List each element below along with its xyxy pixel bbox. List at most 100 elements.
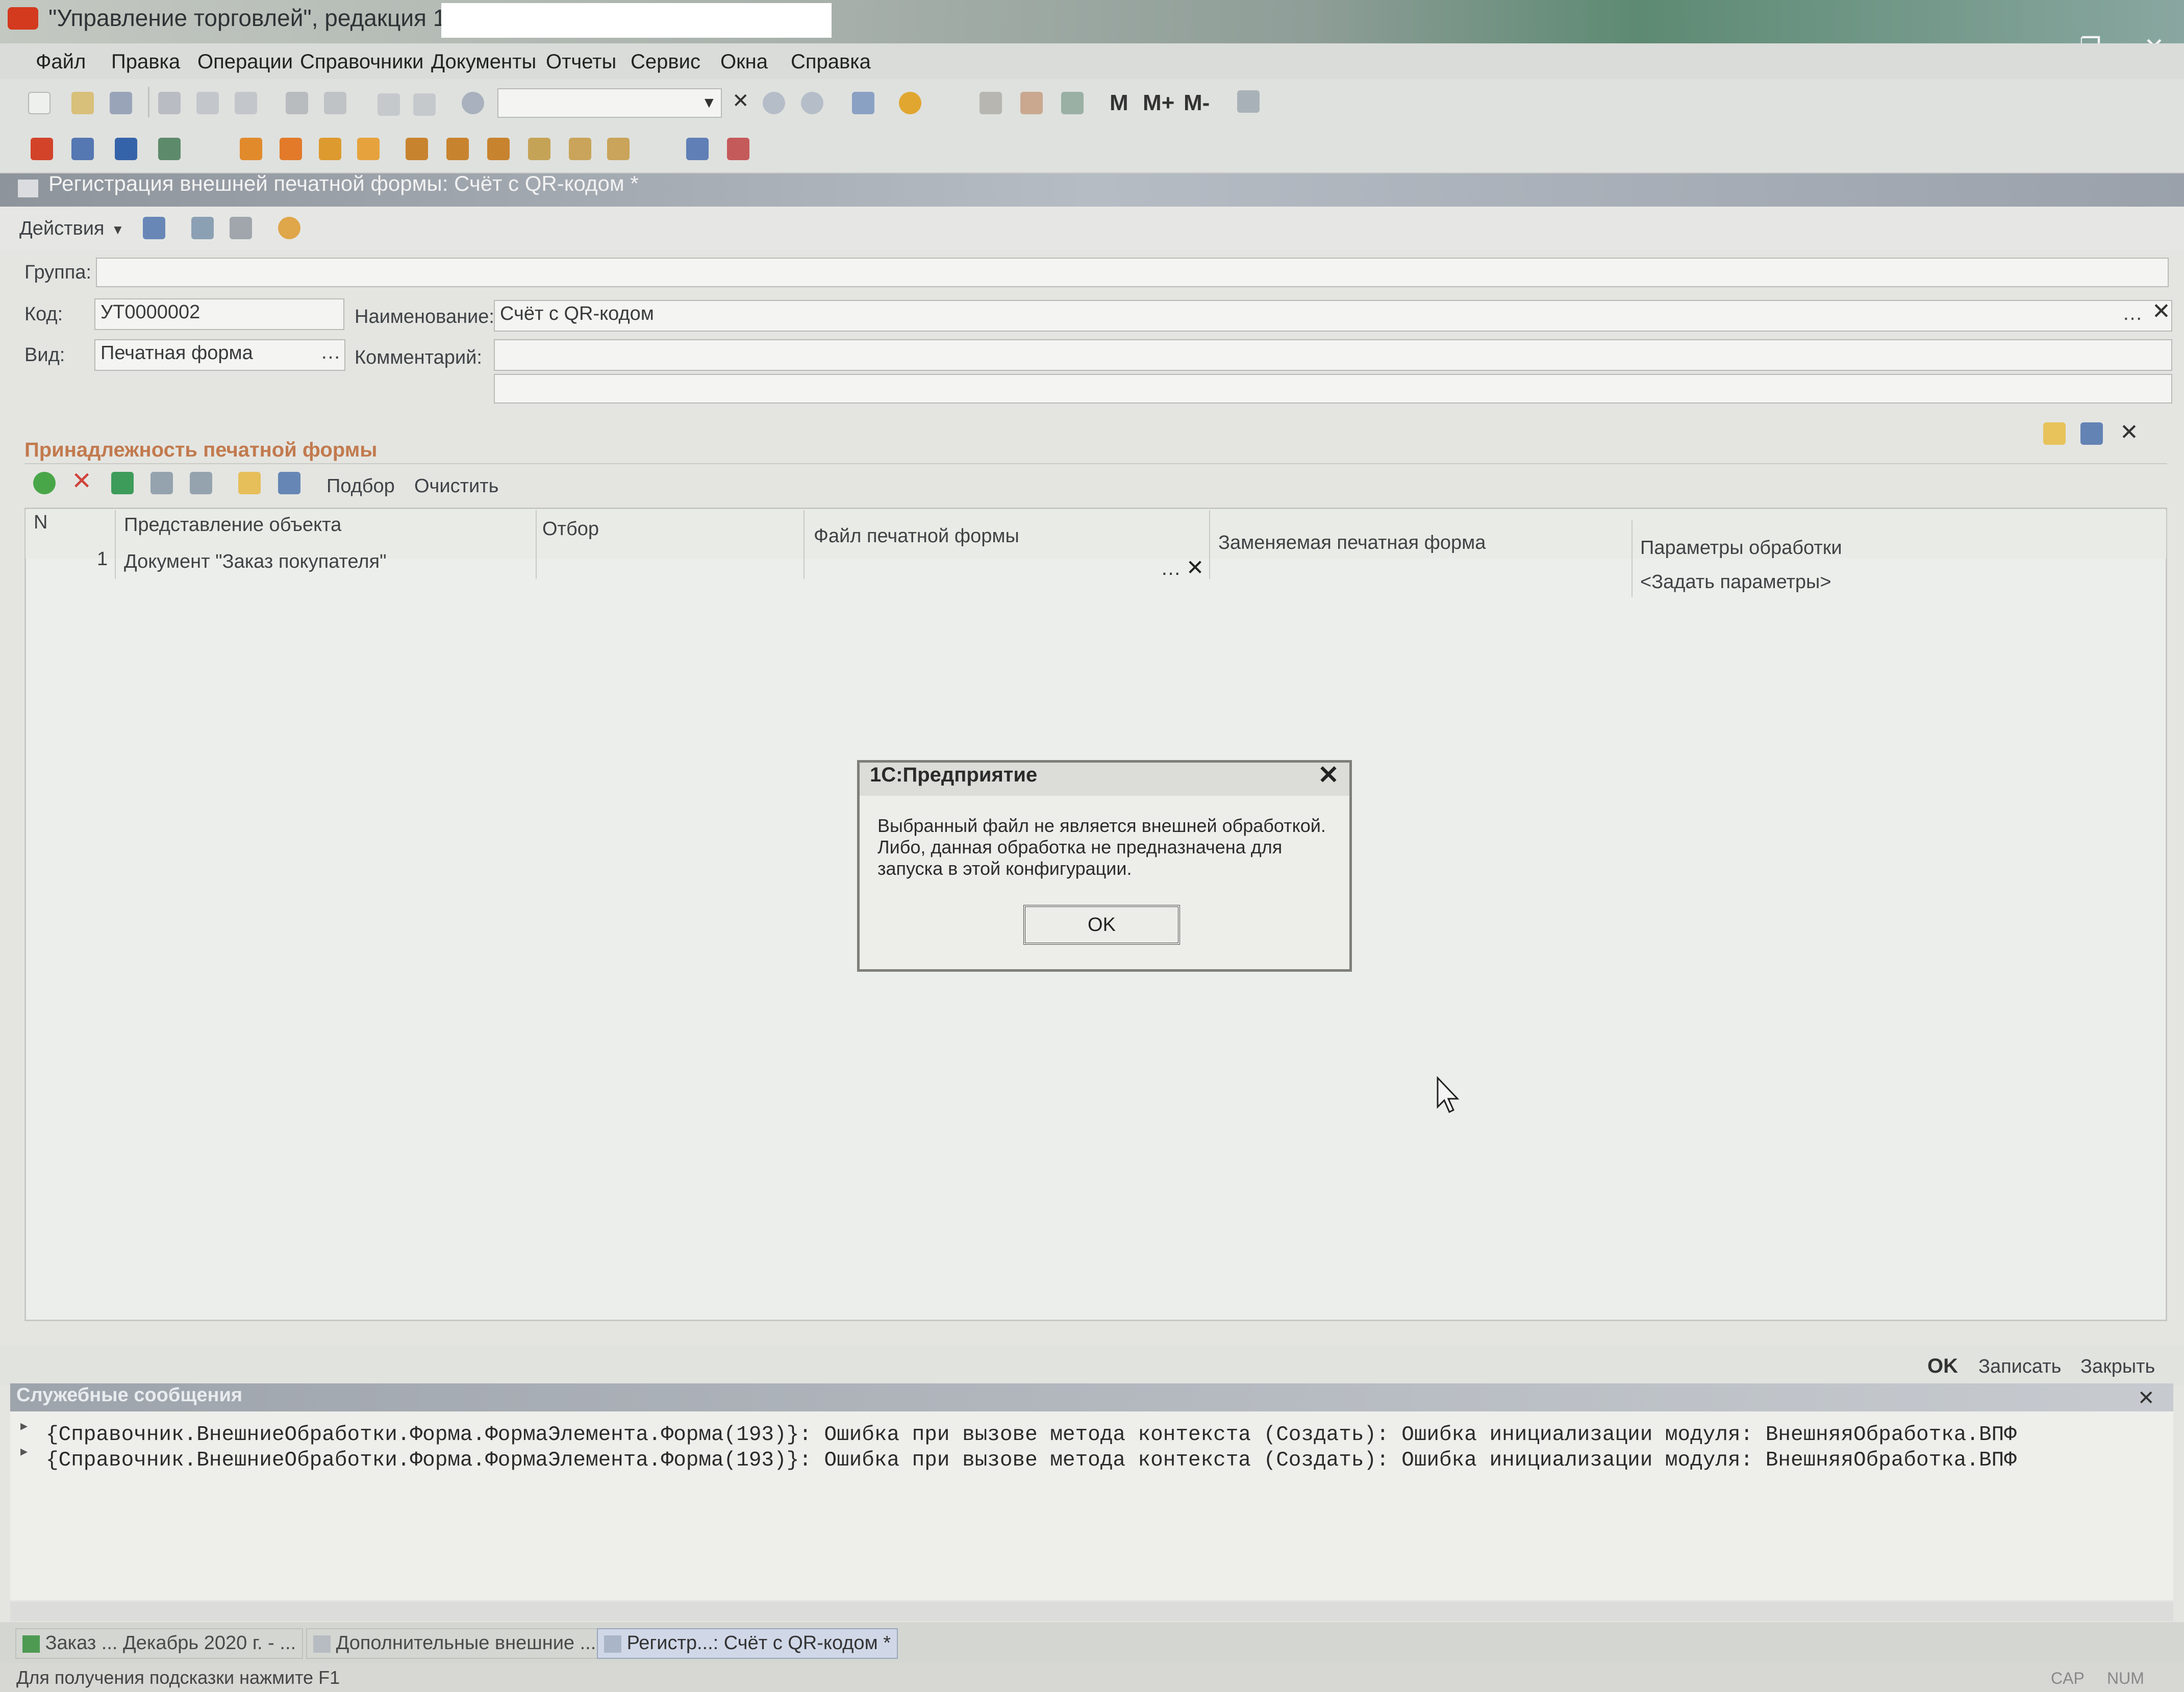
- actions-menu[interactable]: Действия: [19, 218, 105, 240]
- print-preview-icon[interactable]: [324, 92, 346, 114]
- journal-icon[interactable]: [31, 138, 53, 160]
- search-input[interactable]: [497, 88, 722, 118]
- clear-button[interactable]: Очистить: [414, 475, 498, 497]
- file-clear-button[interactable]: ✕: [1186, 555, 1204, 580]
- new-document-icon[interactable]: [28, 92, 51, 114]
- table-icon[interactable]: [158, 138, 181, 160]
- exchange-icon[interactable]: [686, 138, 709, 160]
- column-file[interactable]: Файл печатной формы: [814, 525, 1019, 547]
- menu-documents[interactable]: Документы: [431, 50, 536, 73]
- window-tab-order[interactable]: Заказ ... Декабрь 2020 г. - ...: [15, 1628, 304, 1659]
- save-close-icon[interactable]: [143, 217, 165, 239]
- menu-edit[interactable]: Правка: [111, 50, 180, 73]
- report1-icon[interactable]: [406, 138, 428, 160]
- print-icon[interactable]: [286, 92, 308, 114]
- name-field[interactable]: Счёт с QR-кодом: [494, 300, 2172, 332]
- memory-m-button[interactable]: M: [1110, 90, 1128, 116]
- expand-icon[interactable]: ▸: [20, 1443, 28, 1459]
- dialog-ok-button[interactable]: OK: [1023, 905, 1180, 945]
- report5-icon[interactable]: [569, 138, 591, 160]
- save-row-icon[interactable]: [278, 472, 300, 494]
- ok-button[interactable]: OK: [1927, 1355, 1958, 1378]
- group-field[interactable]: [96, 258, 2169, 287]
- copy-record-icon[interactable]: [230, 217, 252, 239]
- help-icon[interactable]: [278, 217, 300, 239]
- delete-file-icon[interactable]: ✕: [2120, 419, 2139, 445]
- dialog-close-icon[interactable]: ✕: [1318, 760, 1339, 790]
- expand-icon[interactable]: ▸: [20, 1417, 28, 1434]
- kind-field[interactable]: Печатная форма: [94, 339, 345, 371]
- users-icon[interactable]: [1061, 92, 1084, 114]
- menu-help[interactable]: Справка: [791, 50, 871, 73]
- settings-tools-icon[interactable]: [1237, 90, 1260, 113]
- table-row[interactable]: 1 Документ "Заказ покупателя" … ✕ <Задат…: [26, 546, 2166, 597]
- sort-icon[interactable]: [115, 138, 137, 160]
- menu-service[interactable]: Сервис: [631, 50, 700, 73]
- search-icon[interactable]: [462, 92, 484, 114]
- document-icon: [22, 1635, 40, 1653]
- undo-icon[interactable]: [378, 93, 400, 116]
- messages-close-icon[interactable]: ✕: [2138, 1386, 2155, 1410]
- sort-asc-icon[interactable]: [150, 472, 173, 494]
- folder-icon[interactable]: [238, 472, 261, 494]
- column-object[interactable]: Представление объекта: [124, 514, 341, 536]
- menu-reports[interactable]: Отчеты: [546, 50, 616, 73]
- file-select-button[interactable]: …: [1161, 557, 1181, 580]
- kind-select-button[interactable]: …: [320, 341, 341, 364]
- redo-icon[interactable]: [413, 93, 436, 116]
- save-file-icon[interactable]: [2080, 422, 2103, 445]
- column-n[interactable]: N: [34, 512, 47, 534]
- refresh-icon[interactable]: [191, 217, 214, 239]
- info-icon[interactable]: [899, 92, 921, 114]
- memory-plus-button[interactable]: M+: [1143, 90, 1174, 116]
- save-button[interactable]: Записать: [1978, 1356, 2061, 1378]
- edit-row-icon[interactable]: [111, 472, 134, 494]
- save-icon[interactable]: [110, 92, 132, 114]
- copy-icon[interactable]: [196, 92, 219, 114]
- export-icon[interactable]: [727, 138, 749, 160]
- comment-extra-line[interactable]: [494, 374, 2172, 403]
- memory-minus-button[interactable]: M-: [1184, 90, 1210, 116]
- calendar-icon[interactable]: [1020, 92, 1043, 114]
- calculator-icon[interactable]: [980, 92, 1002, 114]
- menu-windows[interactable]: Окна: [720, 50, 768, 73]
- section-title: Принадлежность печатной формы: [24, 439, 378, 461]
- menu-catalogs[interactable]: Справочники: [300, 50, 423, 73]
- purchase-icon[interactable]: [280, 138, 302, 160]
- code-field[interactable]: УТ0000002: [94, 298, 344, 330]
- toolbar-separator: [148, 87, 149, 117]
- clear-search-icon[interactable]: ✕: [732, 89, 749, 113]
- delete-row-icon[interactable]: ✕: [71, 467, 92, 495]
- name-select-button[interactable]: …: [2122, 302, 2143, 325]
- window-tab-processing[interactable]: Дополнительные внешние ...: [306, 1628, 604, 1659]
- find-prev-icon[interactable]: [801, 92, 823, 114]
- find-next-icon[interactable]: [763, 92, 785, 114]
- report6-icon[interactable]: [607, 138, 630, 160]
- report3-icon[interactable]: [487, 138, 510, 160]
- sort-desc-icon[interactable]: [190, 472, 212, 494]
- windows-icon[interactable]: [852, 92, 874, 114]
- paste-icon[interactable]: [235, 92, 257, 114]
- comment-field[interactable]: [494, 339, 2172, 371]
- cut-icon[interactable]: [158, 92, 181, 114]
- warehouse-icon[interactable]: [319, 138, 341, 160]
- report2-icon[interactable]: [446, 138, 469, 160]
- add-row-icon[interactable]: [33, 472, 56, 494]
- menu-file[interactable]: Файл: [36, 50, 86, 73]
- documents-icon[interactable]: [71, 138, 94, 160]
- sales-icon[interactable]: [240, 138, 262, 160]
- report4-icon[interactable]: [528, 138, 550, 160]
- messages-scrollbar[interactable]: [10, 1602, 2173, 1621]
- open-file-icon[interactable]: [2043, 422, 2066, 445]
- chevron-down-icon[interactable]: ▼: [701, 94, 717, 112]
- window-tab-registration[interactable]: Регистр...: Счёт с QR-кодом *: [597, 1628, 898, 1659]
- close-button[interactable]: Закрыть: [2080, 1356, 2155, 1378]
- column-filter[interactable]: Отбор: [542, 518, 599, 540]
- name-clear-button[interactable]: ✕: [2152, 298, 2171, 324]
- form-icon: [18, 180, 38, 197]
- cash-icon[interactable]: [357, 138, 380, 160]
- pick-button[interactable]: Подбор: [327, 475, 395, 497]
- open-folder-icon[interactable]: [71, 92, 94, 114]
- row-params[interactable]: <Задать параметры>: [1640, 571, 1831, 593]
- menu-operations[interactable]: Операции: [197, 50, 293, 73]
